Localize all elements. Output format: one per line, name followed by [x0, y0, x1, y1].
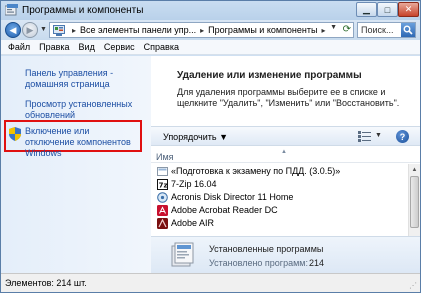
- details-pane: Установленные программы Установлено прог…: [151, 236, 420, 273]
- forward-button[interactable]: ▶: [22, 22, 38, 38]
- page-description: Для удаления программы выберите ее в спи…: [177, 87, 400, 108]
- column-header-name[interactable]: ▲ Имя: [151, 149, 420, 163]
- list-item[interactable]: 7z 7-Zip 16.04: [157, 178, 217, 190]
- maximize-button[interactable]: □: [377, 2, 398, 17]
- svg-text:7z: 7z: [159, 181, 168, 189]
- search-input[interactable]: Поиск...: [357, 22, 416, 38]
- arrow-left-icon: ◀: [9, 24, 17, 35]
- search-icon[interactable]: [401, 23, 415, 37]
- details-count-label: Установлено программ:: [209, 258, 308, 268]
- program-name: «Подготовка к экзамену по ПДД. (3.0.5)»: [171, 166, 341, 176]
- resize-grip-icon[interactable]: ⋰: [409, 281, 417, 290]
- program-icon: [157, 166, 168, 176]
- list-item[interactable]: «Подготовка к экзамену по ПДД. (3.0.5)»: [157, 165, 340, 177]
- page-title: Удаление или изменение программы: [177, 70, 362, 81]
- menu-tools[interactable]: Сервис: [104, 42, 135, 52]
- view-dropdown-icon[interactable]: ▼: [375, 132, 382, 139]
- menu-file[interactable]: Файл: [8, 42, 30, 52]
- minimize-icon: ▁: [363, 4, 370, 14]
- scroll-thumb[interactable]: [410, 176, 419, 228]
- program-list: «Подготовка к экзамену по ПДД. (3.0.5)» …: [151, 164, 408, 236]
- recent-pages-dropdown[interactable]: ▼: [40, 26, 47, 33]
- programs-icon: [5, 4, 18, 16]
- close-icon: ✕: [404, 4, 413, 14]
- view-options-icon[interactable]: [358, 131, 371, 142]
- window: Программы и компоненты ▁ □ ✕ ◀ ▶ ▼ ▸ Все…: [0, 0, 421, 293]
- breadcrumb-separator[interactable]: ▸: [200, 26, 204, 35]
- list-item[interactable]: Acronis Disk Director 11 Home: [157, 191, 293, 203]
- program-name: Adobe AIR: [171, 218, 215, 228]
- 7zip-icon: 7z: [157, 178, 168, 190]
- acrobat-icon: [157, 204, 168, 216]
- column-name-label: Имя: [156, 152, 174, 162]
- program-name: Adobe Acrobat Reader DC: [171, 205, 278, 215]
- installed-programs-icon: [171, 242, 194, 267]
- minimize-button[interactable]: ▁: [356, 2, 377, 17]
- breadcrumb-separator[interactable]: ▸: [321, 26, 325, 35]
- search-placeholder: Поиск...: [361, 25, 394, 35]
- title-bar: Программы и компоненты ▁ □ ✕: [1, 1, 420, 20]
- view-installed-updates-link[interactable]: Просмотр установленных обновлений: [25, 99, 147, 121]
- adobe-air-icon: [157, 217, 168, 229]
- command-bar: Упорядочить ▼ ▼ ?: [151, 126, 420, 146]
- windows-features-link[interactable]: Включение или отключение компонентов Win…: [25, 126, 140, 159]
- program-name: 7-Zip 16.04: [171, 179, 217, 189]
- details-title: Установленные программы: [209, 244, 324, 254]
- task-pane: Панель управления - домашняя страница Пр…: [1, 56, 151, 273]
- breadcrumb-separator[interactable]: ▸: [72, 26, 76, 35]
- address-bar[interactable]: ▸ Все элементы панели упр... ▸ Программы…: [49, 22, 354, 38]
- menu-edit[interactable]: Правка: [39, 42, 69, 52]
- status-item-count: Элементов: 214 шт.: [5, 278, 87, 288]
- sort-ascending-icon: ▲: [281, 149, 287, 155]
- chevron-down-icon: ▼: [219, 132, 228, 142]
- organize-button[interactable]: Упорядочить ▼: [163, 132, 228, 142]
- arrow-right-icon: ▶: [26, 24, 34, 35]
- navigation-bar: ◀ ▶ ▼ ▸ Все элементы панели упр... ▸ Про…: [1, 20, 420, 40]
- program-name: Acronis Disk Director 11 Home: [171, 192, 294, 202]
- address-dropdown-icon[interactable]: ▼: [330, 24, 337, 31]
- close-button[interactable]: ✕: [398, 2, 419, 17]
- menu-bar: Файл Правка Вид Сервис Справка: [1, 40, 420, 55]
- control-panel-icon: [53, 24, 65, 36]
- maximize-icon: □: [384, 4, 391, 15]
- main-content: Удаление или изменение программы Для уда…: [151, 56, 420, 273]
- control-panel-home-link[interactable]: Панель управления - домашняя страница: [25, 68, 147, 90]
- scroll-up-icon[interactable]: ▲: [409, 164, 420, 175]
- list-item[interactable]: Adobe AIR: [157, 217, 214, 229]
- window-title: Программы и компоненты: [22, 5, 144, 16]
- windows-features-highlight: Включение или отключение компонентов Win…: [4, 120, 142, 158]
- status-bar: Элементов: 214 шт. ⋰: [1, 273, 420, 292]
- help-icon[interactable]: ?: [396, 130, 409, 143]
- details-count-value: 214: [309, 258, 325, 268]
- shield-icon: [9, 127, 21, 141]
- organize-label: Упорядочить: [163, 132, 217, 142]
- breadcrumb-programs[interactable]: Программы и компоненты: [208, 25, 317, 35]
- list-item[interactable]: Adobe Acrobat Reader DC: [157, 204, 278, 216]
- refresh-icon[interactable]: ⟳: [343, 24, 351, 35]
- acronis-icon: [157, 191, 168, 203]
- breadcrumb-all-control-panel[interactable]: Все элементы панели упр...: [80, 25, 196, 35]
- menu-help[interactable]: Справка: [144, 42, 179, 52]
- list-scrollbar[interactable]: ▲: [408, 164, 420, 236]
- back-button[interactable]: ◀: [5, 22, 21, 38]
- menu-view[interactable]: Вид: [79, 42, 95, 52]
